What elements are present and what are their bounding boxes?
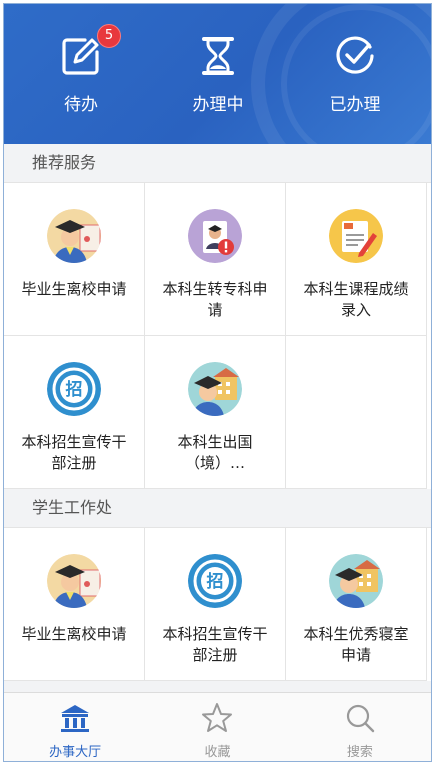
section-title-recommended: 推荐服务 <box>4 144 431 182</box>
edit-icon: 5 <box>59 24 121 78</box>
service-graduate-leave[interactable]: 毕业生离校申请 <box>4 528 145 681</box>
processing-button[interactable]: 办理中 <box>158 34 278 115</box>
tab-label: 收藏 <box>204 745 231 760</box>
service-recruit-register[interactable]: 招 本科招生宣传干部注册 <box>4 336 145 489</box>
grade-entry-icon <box>329 209 383 263</box>
student-affairs-grid: 毕业生离校申请 招 本科招生宣传干部注册 本科生优秀寝室申请 <box>4 527 431 681</box>
transfer-notice-icon <box>188 209 242 263</box>
service-label: 本科生出国（境）… <box>177 433 253 472</box>
recruit-icon: 招 <box>188 554 242 608</box>
service-recruit-register[interactable]: 招 本科招生宣传干部注册 <box>145 528 286 681</box>
service-dorm-award[interactable]: 本科生优秀寝室申请 <box>286 528 427 681</box>
graduate-avatar-icon <box>47 554 101 608</box>
section-title-student-affairs: 学生工作处 <box>4 489 431 527</box>
done-label: 已办理 <box>329 95 381 115</box>
service-label: 本科招生宣传干部注册 <box>21 433 127 472</box>
service-label: 本科生转专科申请 <box>162 280 268 319</box>
tab-label: 办事大厅 <box>49 745 102 760</box>
abroad-school-icon <box>188 362 242 416</box>
bank-icon <box>61 705 90 732</box>
service-label: 毕业生离校申请 <box>21 280 127 298</box>
service-transfer-college[interactable]: 本科生转专科申请 <box>145 183 286 336</box>
recommended-services-grid: 毕业生离校申请 本科生转专科申请 本科生课程成绩录入 招 本科招生宣传干部注册 … <box>4 182 431 489</box>
search-icon <box>346 704 375 733</box>
done-button[interactable]: 已办理 <box>295 34 415 115</box>
todo-count-badge: 5 <box>97 24 121 48</box>
empty-cell <box>286 336 427 489</box>
tab-search[interactable]: 搜索 <box>289 693 431 761</box>
service-label: 毕业生离校申请 <box>21 625 127 643</box>
service-grade-entry[interactable]: 本科生课程成绩录入 <box>286 183 427 336</box>
todo-button[interactable]: 5 待办 <box>21 24 141 115</box>
tab-service-hall[interactable]: 办事大厅 <box>4 693 146 761</box>
graduate-avatar-icon <box>47 209 101 263</box>
status-header: 5 待办 办理中 已办理 <box>4 4 431 144</box>
bottom-tab-bar: 办事大厅 收藏 搜索 <box>4 692 431 761</box>
service-label: 本科生课程成绩录入 <box>303 280 409 319</box>
service-graduate-leave[interactable]: 毕业生离校申请 <box>4 183 145 336</box>
star-icon <box>202 703 233 732</box>
processing-label: 办理中 <box>192 95 244 115</box>
svg-text:招: 招 <box>207 571 224 592</box>
tab-favorites[interactable]: 收藏 <box>146 693 288 761</box>
service-label: 本科招生宣传干部注册 <box>162 625 268 664</box>
app-frame: 5 待办 办理中 已办理 推荐服务 毕业生离校申请 本科生转专科申请 本科生课程… <box>3 3 432 762</box>
recruit-icon: 招 <box>47 362 101 416</box>
tab-label: 搜索 <box>346 745 373 760</box>
check-circle-icon <box>333 34 377 78</box>
hourglass-icon <box>196 34 240 78</box>
svg-text:招: 招 <box>66 379 83 400</box>
abroad-school-icon <box>329 554 383 608</box>
service-study-abroad[interactable]: 本科生出国（境）… <box>145 336 286 489</box>
todo-label: 待办 <box>64 95 98 115</box>
service-label: 本科生优秀寝室申请 <box>303 625 409 664</box>
